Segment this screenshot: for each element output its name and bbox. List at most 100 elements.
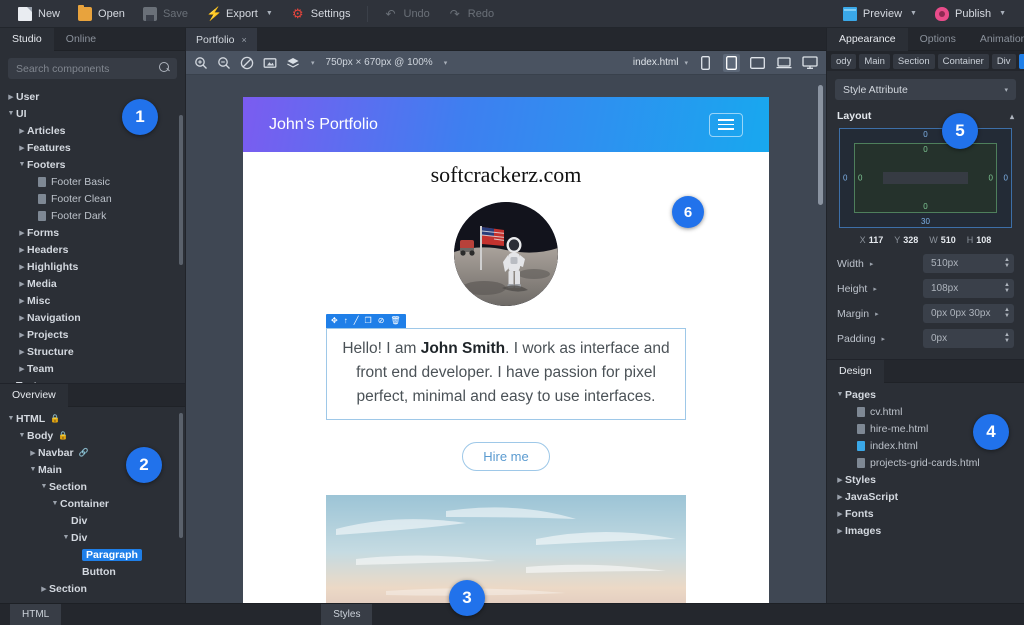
breadcrumb-item[interactable]: Paragraph <box>1018 53 1024 69</box>
design-tree-item[interactable]: ▶ JavaScript <box>827 488 1024 505</box>
component-tree-item[interactable]: ▶Footer Clean <box>0 190 185 207</box>
breadcrumb-item[interactable]: Container <box>937 53 989 69</box>
twisty-expanded-icon[interactable]: ▼ <box>6 110 16 117</box>
property-input-margin[interactable] <box>931 308 1001 319</box>
delete-icon[interactable]: 🗑 <box>390 317 400 325</box>
new-button[interactable]: New <box>10 3 68 25</box>
overview-tree-item[interactable]: ▼ Body 🔒 <box>0 427 185 444</box>
overview-tree-item[interactable]: ▼ Section <box>0 478 185 495</box>
device-monitor[interactable] <box>801 54 818 72</box>
twisty-collapsed-icon[interactable]: ▶ <box>835 527 845 535</box>
design-tree-item[interactable]: ▶projects-grid-cards.html <box>827 454 1024 471</box>
layout-section-header[interactable]: Layout ▴ <box>827 108 1024 126</box>
expand-arrow-icon[interactable]: ▸ <box>882 335 886 343</box>
twisty-expanded-icon[interactable]: ▼ <box>6 382 16 383</box>
twisty-collapsed-icon[interactable]: ▶ <box>17 348 27 356</box>
stepper-icon[interactable]: ▲ ▼ <box>1000 307 1010 319</box>
component-tree-item[interactable]: ▼ Footers <box>0 156 185 173</box>
breadcrumb-item[interactable]: Section <box>892 53 935 69</box>
zoom-in-icon[interactable] <box>194 56 208 70</box>
box-model-diagram[interactable]: 0 30 0 0 0 0 0 0 <box>839 128 1012 228</box>
device-phone[interactable] <box>697 54 714 72</box>
device-laptop[interactable] <box>775 54 792 72</box>
overview-scrollbar[interactable] <box>179 413 183 538</box>
twisty-expanded-icon[interactable]: ▼ <box>17 161 27 168</box>
breadcrumb-item[interactable]: Div <box>991 53 1016 69</box>
twisty-collapsed-icon[interactable]: ▶ <box>17 229 27 237</box>
tab-studio[interactable]: Studio <box>0 28 54 51</box>
component-tree-item[interactable]: ▶ Misc <box>0 292 185 309</box>
lock-icon[interactable]: 🔒 <box>50 414 60 423</box>
property-input-height[interactable] <box>931 283 1001 294</box>
component-tree-item[interactable]: ▶ Articles <box>0 122 185 139</box>
publish-button[interactable]: Publish ▼ <box>927 3 1014 25</box>
search-input[interactable] <box>8 58 177 79</box>
component-tree-item[interactable]: ▶ Structure <box>0 343 185 360</box>
overview-tree-item[interactable]: ▼ HTML 🔒 <box>0 410 185 427</box>
bottom-tab-html[interactable]: HTML <box>10 603 62 625</box>
component-tree-item[interactable]: ▶Footer Dark <box>0 207 185 224</box>
component-tree-item[interactable]: ▶ Projects <box>0 326 185 343</box>
component-tree-item[interactable]: ▶ Features <box>0 139 185 156</box>
tab-overview[interactable]: Overview <box>0 384 68 407</box>
expand-arrow-icon[interactable]: ▸ <box>875 310 879 318</box>
design-tree-item[interactable]: ▼ Pages <box>827 386 1024 403</box>
twisty-collapsed-icon[interactable]: ▶ <box>28 449 38 457</box>
design-tree-item[interactable]: ▶ Styles <box>827 471 1024 488</box>
expand-arrow-icon[interactable]: ▸ <box>873 285 877 293</box>
twisty-collapsed-icon[interactable]: ▶ <box>17 263 27 271</box>
breadcrumb-item[interactable]: Main <box>859 53 890 69</box>
overview-tree[interactable]: ▼ HTML 🔒 ▼ Body 🔒 ▶ Navbar 🔗 ▼ Main ▼ Section ▼ Contai… <box>0 407 185 603</box>
component-tree-item[interactable]: ▶ User <box>0 88 185 105</box>
component-tree-item[interactable]: ▼Text <box>0 377 185 384</box>
twisty-collapsed-icon[interactable]: ▶ <box>17 127 27 135</box>
tab-design[interactable]: Design <box>827 360 884 383</box>
twisty-collapsed-icon[interactable]: ▶ <box>17 280 27 288</box>
zoom-out-icon[interactable] <box>217 56 231 70</box>
twisty-collapsed-icon[interactable]: ▶ <box>6 93 16 101</box>
overview-tree-item[interactable]: ▼ Div <box>0 529 185 546</box>
hire-me-button[interactable]: Hire me <box>462 442 550 472</box>
twisty-expanded-icon[interactable]: ▼ <box>17 432 27 439</box>
twisty-collapsed-icon[interactable]: ▶ <box>17 297 27 305</box>
page-select[interactable]: index.html ▾ <box>633 57 688 68</box>
move-icon[interactable]: ✥ <box>331 317 338 325</box>
tab-options[interactable]: Options <box>908 28 968 51</box>
twisty-collapsed-icon[interactable]: ▶ <box>17 314 27 322</box>
component-tree-item[interactable]: ▶ Media <box>0 275 185 292</box>
stepper-icon[interactable]: ▲ ▼ <box>1000 257 1010 269</box>
components-scrollbar[interactable] <box>179 115 183 265</box>
overview-tree-item[interactable]: ▶Div <box>0 512 185 529</box>
preview-button[interactable]: Preview ▼ <box>835 3 925 25</box>
design-tree-item[interactable]: ▶ Fonts <box>827 505 1024 522</box>
component-tree-item[interactable]: ▶Footer Basic <box>0 173 185 190</box>
selected-paragraph[interactable]: Hello! I am John Smith. I work as interf… <box>326 328 686 421</box>
property-input-width[interactable] <box>931 258 1001 269</box>
overview-tree-item[interactable]: ▶ Section <box>0 580 185 597</box>
export-button[interactable]: ⚡ Export ▼ <box>198 3 281 25</box>
component-tree-item[interactable]: ▶ Navigation <box>0 309 185 326</box>
twisty-collapsed-icon[interactable]: ▶ <box>17 365 27 373</box>
component-tree-item[interactable]: ▶ Forms <box>0 224 185 241</box>
component-tree-item[interactable]: ▶ Team <box>0 360 185 377</box>
design-tree-item[interactable]: ▶ Images <box>827 522 1024 539</box>
device-small-desktop[interactable] <box>749 54 766 72</box>
expand-arrow-icon[interactable]: ▸ <box>870 260 874 268</box>
close-icon[interactable]: × <box>242 35 247 45</box>
duplicate-icon[interactable]: ❐ <box>365 317 372 325</box>
redo-button[interactable]: ↷ Redo <box>440 3 502 25</box>
twisty-expanded-icon[interactable]: ▼ <box>39 483 49 490</box>
save-button[interactable]: Save <box>135 3 196 25</box>
twisty-expanded-icon[interactable]: ▼ <box>61 534 71 541</box>
canvas-scrollbar[interactable] <box>818 85 823 206</box>
select-parent-icon[interactable]: ↑ <box>344 317 348 325</box>
tab-appearance[interactable]: Appearance <box>827 28 908 51</box>
bottom-tab-styles[interactable]: Styles <box>321 603 373 625</box>
settings-button[interactable]: ⚙ Settings <box>283 3 359 25</box>
hamburger-menu-icon[interactable] <box>709 112 743 137</box>
stepper-icon[interactable]: ▲ ▼ <box>1000 332 1010 344</box>
tab-animation[interactable]: Animation <box>968 28 1024 51</box>
canvas-size-label[interactable]: 750px × 670px @ 100% <box>326 57 433 68</box>
lock-icon[interactable]: 🔒 <box>58 431 68 440</box>
breadcrumb-item[interactable]: ody <box>831 53 857 69</box>
